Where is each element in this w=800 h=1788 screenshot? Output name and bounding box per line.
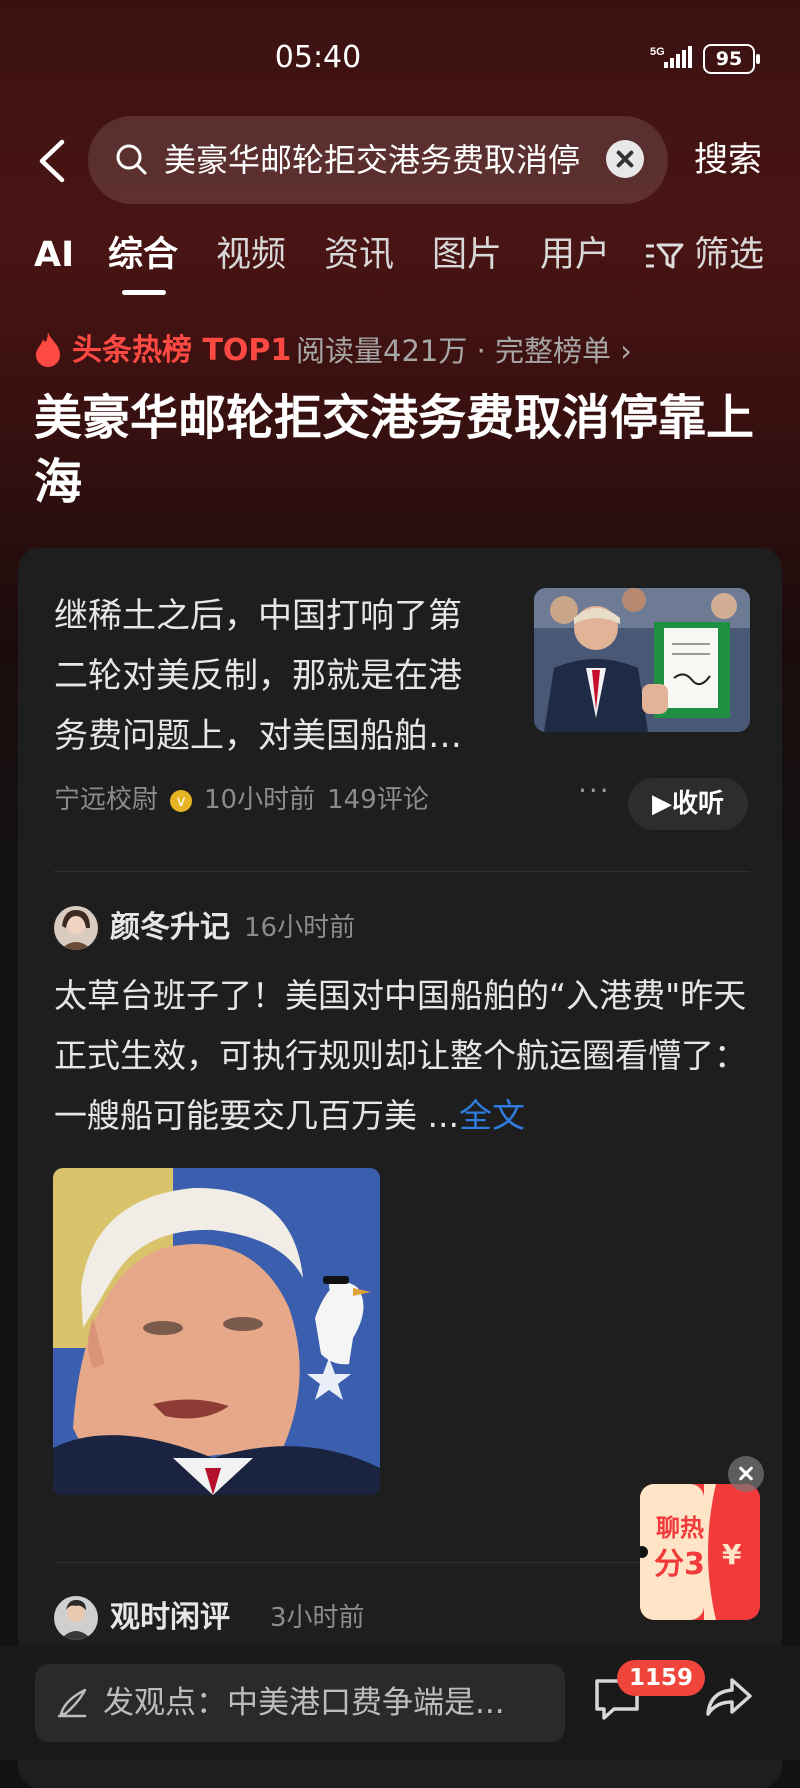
verified-icon: v [170,789,193,812]
article-author[interactable]: 宁远校尉 [54,785,158,815]
status-bar: 05:40 5G 95 [0,0,800,110]
post-author[interactable]: 观时闲评 [110,1596,230,1640]
hot-ranking-meta[interactable]: 阅读量421万 · 完整榜单 › [296,330,632,372]
full-text-link[interactable]: 全文 [459,1096,525,1135]
avatar[interactable] [54,906,98,950]
divider [54,871,750,872]
search-icon [116,144,147,175]
tab-filter[interactable]: 筛选 [694,228,764,282]
close-icon[interactable] [728,1456,764,1492]
search-query[interactable]: 美豪华邮轮拒交港务费取消停 [164,138,584,182]
comment-count-badge: 1159 [617,1660,706,1696]
listen-label: 收听 [671,789,724,819]
pen-icon [57,1688,87,1718]
comment-input[interactable]: 发观点：中美港口费争端是... [35,1664,565,1742]
article-comments[interactable]: 149评论 [327,785,429,815]
post-image[interactable] [53,1168,380,1495]
tab-users[interactable]: 用户 [540,228,610,282]
svg-text:¥: ¥ [722,1538,742,1571]
hot-ranking-label: 头条热榜 TOP1 [72,333,292,368]
share-icon[interactable] [704,1674,754,1720]
svg-text:5G: 5G [650,46,665,58]
tab-ai[interactable]: AI [34,228,74,282]
more-options-icon[interactable]: ··· [578,774,611,807]
signal-icon: 5G [650,44,696,76]
post-text[interactable]: 太草台班子了！美国对中国船舶的“入港费"昨天正式生效，可执行规则却让整个航运圈看… [54,966,758,1146]
comment-placeholder: 发观点：中美港口费争端是... [103,1685,505,1721]
post-body: 太草台班子了！美国对中国船舶的“入港费"昨天正式生效，可执行规则却让整个航运圈看… [54,976,747,1135]
search-input[interactable]: 美豪华邮轮拒交港务费取消停 [88,116,668,204]
article-time: 10小时前 [204,785,316,815]
topic-headline[interactable]: 美豪华邮轮拒交港务费取消停靠上海 [34,386,774,514]
category-tabs: AI 综合 视频 资讯 图片 用户 筛选 [0,228,800,298]
play-icon: ▶ [651,789,672,819]
red-packet-promo[interactable]: 聊热 分3 ¥ [636,1484,760,1620]
post-time: 3小时前 [270,1603,365,1633]
tab-comprehensive[interactable]: 综合 [108,228,178,282]
battery-icon: 95 [703,44,760,74]
svg-text:聊热: 聊热 [656,1514,704,1542]
listen-button[interactable]: ▶收听 [628,778,748,830]
article-thumbnail[interactable] [534,588,750,732]
flame-icon [36,332,60,367]
article-summary[interactable]: 继稀土之后，中国打响了第二轮对美反制，那就是在港务费问题上，对美国船舶… [54,586,464,766]
search-button[interactable]: 搜索 [694,136,762,184]
clear-icon[interactable] [606,140,644,178]
tab-video[interactable]: 视频 [216,228,286,282]
post-header: 颜冬升记 16小时前 [54,906,754,952]
hot-ranking-row[interactable]: 头条热榜 TOP1 阅读量421万 · 完整榜单 › [32,330,772,372]
post-author[interactable]: 颜冬升记 [110,906,230,950]
avatar[interactable] [54,1596,98,1640]
tab-images[interactable]: 图片 [432,228,502,282]
back-button[interactable] [34,138,74,184]
filter-icon[interactable] [644,242,684,270]
svg-text:分3: 分3 [654,1547,705,1582]
post-time: 16小时前 [244,913,356,943]
active-tab-indicator [122,290,166,295]
chevron-left-icon [39,139,65,183]
tab-news[interactable]: 资讯 [324,228,394,282]
search-bar: 美豪华邮轮拒交港务费取消停 搜索 [0,116,800,206]
status-time: 05:40 [274,40,362,75]
bottom-bar: 发观点：中美港口费争端是... 1159 [0,1646,800,1760]
